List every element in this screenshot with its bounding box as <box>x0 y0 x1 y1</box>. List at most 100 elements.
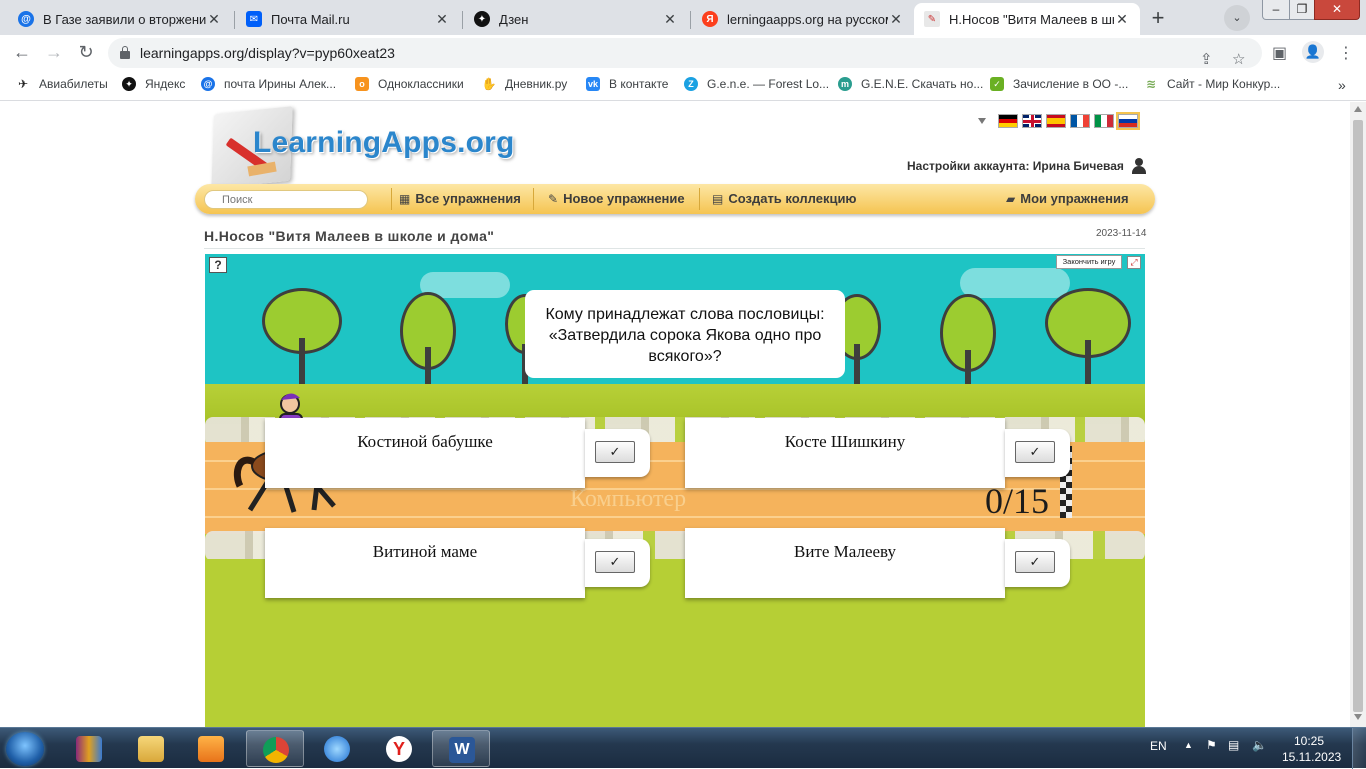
tab-search-button[interactable]: ⌄ <box>1224 5 1250 31</box>
end-game-button[interactable]: Закончить игру <box>1056 255 1122 269</box>
track-computer-label: Компьютер <box>570 486 687 512</box>
flag-de-icon[interactable] <box>998 114 1018 128</box>
maximize-button[interactable]: ❐ <box>1289 0 1315 20</box>
answer-option-3[interactable]: Витиной маме <box>265 528 585 598</box>
tree <box>262 288 342 393</box>
menu-my-exercises[interactable]: ▰ Мои упражнения <box>1006 184 1129 214</box>
taskbar-media-player[interactable] <box>182 730 240 767</box>
site-logo[interactable]: LearningApps.org <box>253 126 515 160</box>
answer-option-1[interactable]: Костиной бабушке <box>265 418 585 488</box>
language-selector[interactable] <box>978 112 1142 130</box>
close-window-button[interactable]: ✕ <box>1314 0 1360 20</box>
answer-3-check-button[interactable]: ✓ <box>595 551 635 573</box>
bookmark-item[interactable]: ✦ Яндекс <box>122 77 185 91</box>
bookmark-item[interactable]: m G.E.N.E. Скачать но... <box>838 77 983 91</box>
tab-title: lerningaapps.org на русском <box>727 11 888 27</box>
menu-all-exercises[interactable]: ▦ Все упражнения <box>399 184 521 214</box>
reload-button[interactable]: ↻ <box>74 41 98 65</box>
fullscreen-icon[interactable]: ⤢ <box>1127 256 1141 269</box>
bookmark-item[interactable]: ✈ Авиабилеты <box>16 77 108 91</box>
flag-es-icon[interactable] <box>1046 114 1066 128</box>
language-indicator[interactable]: EN <box>1150 739 1167 753</box>
taskbar-explorer[interactable] <box>122 730 180 767</box>
answer-1-check-panel: ✓ <box>585 429 650 477</box>
taskbar-winrar[interactable] <box>60 730 118 767</box>
vk-icon: vk <box>586 77 600 91</box>
user-icon[interactable] <box>1131 158 1146 174</box>
side-panel-icon[interactable]: ▣ <box>1272 43 1287 63</box>
tab-mail[interactable]: ✉ Почта Mail.ru ✕ <box>236 3 460 35</box>
diary-icon: ✋ <box>481 77 497 91</box>
bookmarks-bar: ✈ Авиабилеты ✦ Яндекс @ почта Ирины Алек...… <box>0 70 1366 101</box>
bookmark-item[interactable]: о Одноклассники <box>355 77 464 91</box>
tab-dzen[interactable]: ✦ Дзен ✕ <box>464 3 688 35</box>
scroll-up-icon[interactable] <box>1354 106 1362 112</box>
minimize-button[interactable]: – <box>1262 0 1290 20</box>
tray-expand-icon[interactable]: ▲ <box>1184 740 1193 750</box>
flag-fr-icon[interactable] <box>1070 114 1090 128</box>
flag-icon[interactable]: ⚑ <box>1206 738 1217 752</box>
answer-4-check-button[interactable]: ✓ <box>1015 551 1055 573</box>
account-settings-link[interactable]: Настройки аккаунта: Ирина Бичевая <box>907 158 1146 174</box>
bookmark-item[interactable]: vk В контакте <box>586 77 668 91</box>
search-input[interactable] <box>204 190 368 209</box>
close-tab-icon[interactable]: ✕ <box>434 11 450 28</box>
close-tab-icon[interactable]: ✕ <box>888 11 904 28</box>
close-tab-icon[interactable]: ✕ <box>662 11 678 28</box>
lock-icon[interactable] <box>120 46 130 59</box>
clock[interactable]: 10:25 15.11.2023 <box>1282 733 1341 765</box>
more-bookmarks-icon[interactable]: » <box>1338 77 1346 93</box>
browser-toolbar: ← → ↻ learningapps.org/display?v=pyp60xe… <box>0 35 1366 70</box>
show-desktop-button[interactable] <box>1352 728 1366 769</box>
taskbar-chrome[interactable] <box>246 730 304 767</box>
answer-option-4[interactable]: Вите Малееву <box>685 528 1005 598</box>
scroll-down-icon[interactable] <box>1354 714 1362 720</box>
tab-yandex-search[interactable]: Я lerningaapps.org на русском ✕ <box>692 3 914 35</box>
menu-create-collection[interactable]: ▤ Создать коллекцию <box>712 184 857 214</box>
network-icon[interactable]: ▤ <box>1228 738 1239 752</box>
quiz-game[interactable]: er1 Компьютер 0/15 ? Закончить игру ⤢ Ко… <box>205 254 1145 727</box>
help-icon[interactable]: ? <box>209 257 227 273</box>
flag-ru-icon[interactable] <box>1116 112 1140 130</box>
answer-2-check-button[interactable]: ✓ <box>1015 441 1055 463</box>
more-menu-icon[interactable]: ⋮ <box>1338 43 1354 63</box>
bookmark-item[interactable]: @ почта Ирины Алек... <box>201 77 336 91</box>
profile-avatar[interactable]: 👤 <box>1302 41 1324 63</box>
clock-time: 10:25 <box>1293 734 1325 748</box>
dzen-icon: ✦ <box>474 11 490 27</box>
tab-news[interactable]: @ В Газе заявили о вторжении ✕ <box>8 3 232 35</box>
dropdown-arrow-icon[interactable] <box>978 118 986 124</box>
page-scrollbar[interactable] <box>1350 102 1366 727</box>
scrollbar-thumb[interactable] <box>1353 120 1363 712</box>
close-tab-icon[interactable]: ✕ <box>206 11 222 28</box>
answer-1-check-button[interactable]: ✓ <box>595 441 635 463</box>
close-tab-icon[interactable]: ✕ <box>1114 11 1130 28</box>
question-card: Кому принадлежат слова пословицы: «Затве… <box>525 290 845 378</box>
volume-icon[interactable]: 🔈 <box>1252 738 1267 752</box>
ok-icon: о <box>355 77 369 91</box>
start-button[interactable] <box>6 732 44 766</box>
flag-en-icon[interactable] <box>1022 114 1042 128</box>
answer-2-check-panel: ✓ <box>1005 429 1070 477</box>
back-button[interactable]: ← <box>10 41 34 65</box>
bookmark-item[interactable]: ✋ Дневник.ру <box>482 77 567 91</box>
taskbar-internet-explorer[interactable] <box>308 730 366 767</box>
taskbar-yandex-browser[interactable]: Y <box>370 730 428 767</box>
forward-button[interactable]: → <box>42 41 66 65</box>
learningapps-icon: ✎ <box>924 11 940 27</box>
mailru-at-icon: @ <box>18 11 34 27</box>
yandex-icon: Я <box>702 11 718 27</box>
bookmark-item[interactable]: ≋ Сайт - Мир Конкур... <box>1144 77 1280 91</box>
tab-learningapps[interactable]: ✎ Н.Носов "Витя Малеев в шко ✕ <box>914 3 1140 35</box>
answer-3-check-panel: ✓ <box>585 539 650 587</box>
new-tab-button[interactable]: + <box>1144 4 1172 32</box>
flag-it-icon[interactable] <box>1094 114 1114 128</box>
answer-option-2[interactable]: Косте Шишкину <box>685 418 1005 488</box>
account-label[interactable]: Настройки аккаунта: Ирина Бичевая <box>907 159 1124 173</box>
address-bar[interactable]: learningapps.org/display?v=pyp60xeat23 ⇪… <box>108 38 1262 68</box>
bookmark-item[interactable]: Z G.e.n.e. — Forest Lo... <box>684 77 829 91</box>
taskbar-word[interactable]: W <box>432 730 490 767</box>
bookmark-item[interactable]: ✓ Зачисление в ОО -... <box>990 77 1128 91</box>
books-icon: ≋ <box>1144 77 1158 91</box>
menu-new-exercise[interactable]: ✎ Новое упражнение <box>548 184 685 214</box>
